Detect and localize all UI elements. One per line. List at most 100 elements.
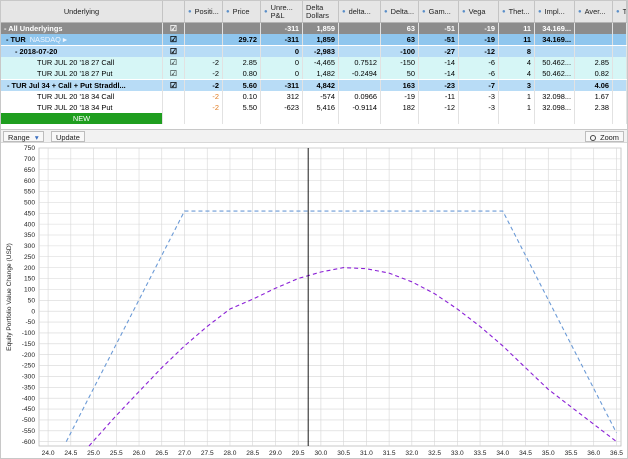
column-header-label: Positi... xyxy=(194,6,219,16)
cell-gamma xyxy=(419,113,459,125)
table-row[interactable]: TUR JUL 20 '18 27 Put ☑ -2 0.80 0 1,482 -0.249… xyxy=(1,68,627,80)
sort-dot-icon: ● xyxy=(384,8,388,15)
cell-gamma: -23 xyxy=(419,79,459,91)
cell-value: 2.38 xyxy=(594,103,609,113)
cell-theta: 8 xyxy=(499,45,535,57)
pl-chart[interactable]: 7507006506005505004504003503002502001501… xyxy=(1,144,627,458)
cell-check[interactable] xyxy=(163,102,185,114)
cell-value: -6 xyxy=(488,57,495,67)
cell-value: 2.85 xyxy=(594,57,609,67)
cell-position: -2 xyxy=(185,90,223,102)
cell-position xyxy=(185,45,223,57)
cell-unreal-pl: 312 xyxy=(261,90,303,102)
cell-check[interactable] xyxy=(163,113,185,125)
column-header-theta[interactable]: ● Thet... xyxy=(499,1,535,23)
column-header-label: Thet... xyxy=(508,6,530,16)
cell-underlying: TUR JUL 20 '18 27 Put xyxy=(1,68,163,80)
zoom-button[interactable]: Zoom xyxy=(585,131,624,142)
cell-value: -2,983 xyxy=(314,46,335,56)
cell-value: -7 xyxy=(488,80,495,90)
column-header-extra[interactable]: ● T xyxy=(613,1,627,23)
cell-value: 2.85 xyxy=(242,57,257,67)
cell-check[interactable]: ☑ xyxy=(163,79,185,91)
cell-value: TUR JUL 20 '18 27 Call xyxy=(37,57,115,67)
cell-underlying: TUR JUL 20 '18 34 Put xyxy=(1,102,163,114)
y-tick-label: -550 xyxy=(22,428,36,435)
cell-impl: 50.462... xyxy=(535,68,575,80)
column-header-delta-small[interactable]: ● delta... xyxy=(339,1,381,23)
cell-aver xyxy=(575,34,613,46)
cell-check[interactable]: ☑ xyxy=(163,23,185,34)
column-header-underlying[interactable]: Underlying xyxy=(1,1,163,23)
portfolio-window: Underlying ● Positi... ● Price ● Unre... P&L De… xyxy=(0,0,628,459)
cell-price: 5.50 xyxy=(223,102,261,114)
column-header-label: Price xyxy=(232,6,250,16)
column-header-impl[interactable]: ● Impl... xyxy=(535,1,575,23)
cell-value: 0 xyxy=(294,46,299,56)
table-row[interactable]: TUR JUL 20 '18 34 Call -2 0.10 312 -574 0.096… xyxy=(1,90,627,102)
cell-check[interactable]: ☑ xyxy=(163,45,185,57)
cell-value: 32.098... xyxy=(542,91,571,101)
column-header-delta-dollars[interactable]: Delta Dollars xyxy=(303,1,339,23)
y-tick-label: 700 xyxy=(24,156,35,163)
column-header-check[interactable] xyxy=(163,1,185,23)
cell-delta: 63 xyxy=(381,34,419,46)
cell-delta-small xyxy=(339,23,381,34)
cell-theta: 4 xyxy=(499,56,535,68)
cell-value: 34.169... xyxy=(542,24,571,33)
table-row[interactable]: NEW xyxy=(1,113,627,125)
cell-value: 34.169... xyxy=(542,35,571,45)
cell-delta-dollars: 1,859 xyxy=(303,34,339,46)
column-header-price[interactable]: ● Price xyxy=(223,1,261,23)
cell-position xyxy=(185,34,223,46)
table-row[interactable]: TUR JUL 20 '18 34 Put -2 5.50 -623 5,416 -0.9… xyxy=(1,102,627,114)
column-header-unreal-pl[interactable]: ● Unre... P&L xyxy=(261,1,303,23)
column-header-position[interactable]: ● Positi... xyxy=(185,1,223,23)
table-row[interactable]: - All Underlyings ☑ -311 1,859 63 -51 -19 11 34.… xyxy=(1,23,627,34)
zoom-label: Zoom xyxy=(600,133,619,142)
y-tick-label: -300 xyxy=(22,374,36,381)
cell-value: ☑ xyxy=(169,46,178,56)
range-button[interactable]: Range ▾ xyxy=(3,131,44,142)
cell-impl xyxy=(535,113,575,125)
cell-aver xyxy=(575,113,613,125)
cell-position: -2 xyxy=(185,102,223,114)
column-header-vega[interactable]: ● Vega xyxy=(459,1,499,23)
cell-delta: 163 xyxy=(381,79,419,91)
table-row[interactable]: - TUR NASDAQ ▸ ☑ 29.72 -311 1,859 63 -51 -19 11 34.… xyxy=(1,34,627,46)
cell-value: ☑ xyxy=(169,69,178,79)
y-tick-label: 750 xyxy=(24,145,35,152)
x-tick-label: 34.5 xyxy=(519,450,532,457)
update-button[interactable]: Update xyxy=(51,131,85,142)
cell-check[interactable]: ☑ xyxy=(163,34,185,46)
column-header-aver[interactable]: ● Aver... xyxy=(575,1,613,23)
table-row[interactable]: TUR JUL 20 '18 27 Call ☑ -2 2.85 0 -4,465 0.75… xyxy=(1,56,627,68)
column-header-gamma[interactable]: ● Gam... xyxy=(419,1,459,23)
cell-gamma: -14 xyxy=(419,68,459,80)
cell-value: 163 xyxy=(402,80,415,90)
cell-check[interactable]: ☑ xyxy=(163,68,185,80)
column-header-delta[interactable]: ● Delta... xyxy=(381,1,419,23)
cell-gamma: -11 xyxy=(419,90,459,102)
cell-value: 63 xyxy=(406,24,415,33)
x-tick-label: 35.0 xyxy=(542,450,555,457)
y-tick-label: 100 xyxy=(24,287,35,294)
column-header-label: Gam... xyxy=(428,6,451,16)
cell-check[interactable] xyxy=(163,90,185,102)
y-tick-label: 450 xyxy=(24,210,35,217)
cell-gamma: -27 xyxy=(419,45,459,57)
cell-delta: -100 xyxy=(381,45,419,57)
cell-value: -311 xyxy=(284,35,299,45)
cell-delta-dollars xyxy=(303,113,339,125)
table-row[interactable]: - 2018-07-20 ☑ 0 -2,983 -100 -27 -12 8 xyxy=(1,45,627,57)
new-row-button[interactable]: NEW xyxy=(1,113,163,125)
table-row[interactable]: - TUR Jul 34 + Call + Put Straddl... ☑ -2 5… xyxy=(1,79,627,91)
cell-vega: -19 xyxy=(459,34,499,46)
cell-check[interactable]: ☑ xyxy=(163,56,185,68)
y-axis-label: Equity Portfolio Value Change (USD) xyxy=(6,243,13,351)
column-header-label: Delta... xyxy=(390,6,415,16)
cell-value: -19 xyxy=(484,24,495,33)
cell-delta-dollars: -574 xyxy=(303,90,339,102)
plot-area xyxy=(38,147,622,447)
cell-theta xyxy=(499,113,535,125)
